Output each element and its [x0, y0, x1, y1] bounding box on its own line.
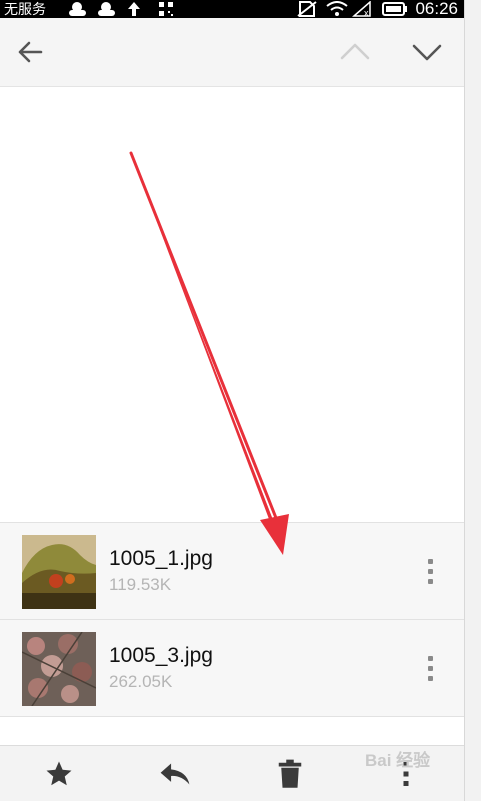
attachment-name: 1005_1.jpg [109, 547, 213, 570]
status-bar: 无服务 x 06:26 [0, 0, 464, 18]
image-thumbnail [22, 632, 96, 706]
delete-icon [278, 759, 302, 788]
image-thumbnail [22, 535, 96, 609]
attachment-size: 119.53K [109, 575, 172, 594]
clock-text: 06:26 [415, 0, 458, 18]
delete-button[interactable] [260, 746, 320, 801]
carrier-text: 无服务 [4, 1, 46, 17]
attachment-name: 1005_3.jpg [109, 644, 213, 667]
attachment-item[interactable]: 1005_1.jpg 119.53K [0, 522, 464, 619]
message-body [0, 87, 464, 522]
more-vert-icon[interactable] [414, 551, 446, 591]
attachment-list: 1005_1.jpg 119.53K 1005_3.jpg 262.05K [0, 522, 464, 717]
back-button[interactable] [2, 18, 58, 86]
star-icon [46, 761, 72, 786]
email-screen: 无服务 x 06:26 1005_1.jpg 119.53K 1005_3.jp… [0, 0, 464, 801]
previous-message-button[interactable] [327, 18, 383, 86]
star-button[interactable] [29, 746, 89, 801]
reply-button[interactable] [145, 746, 205, 801]
svg-text:x: x [364, 8, 369, 17]
side-gutter [464, 0, 481, 801]
watermark: Bai 经验 [365, 751, 431, 770]
attachment-size: 262.05K [109, 672, 173, 691]
attachment-item[interactable]: 1005_3.jpg 262.05K [0, 619, 464, 717]
chevron-up-icon [340, 43, 370, 60]
more-vert-icon[interactable] [414, 648, 446, 688]
app-bar [0, 18, 464, 87]
chevron-down-icon [412, 44, 442, 61]
reply-icon [160, 763, 190, 785]
next-message-button[interactable] [399, 18, 455, 86]
arrow-left-icon [18, 41, 43, 63]
